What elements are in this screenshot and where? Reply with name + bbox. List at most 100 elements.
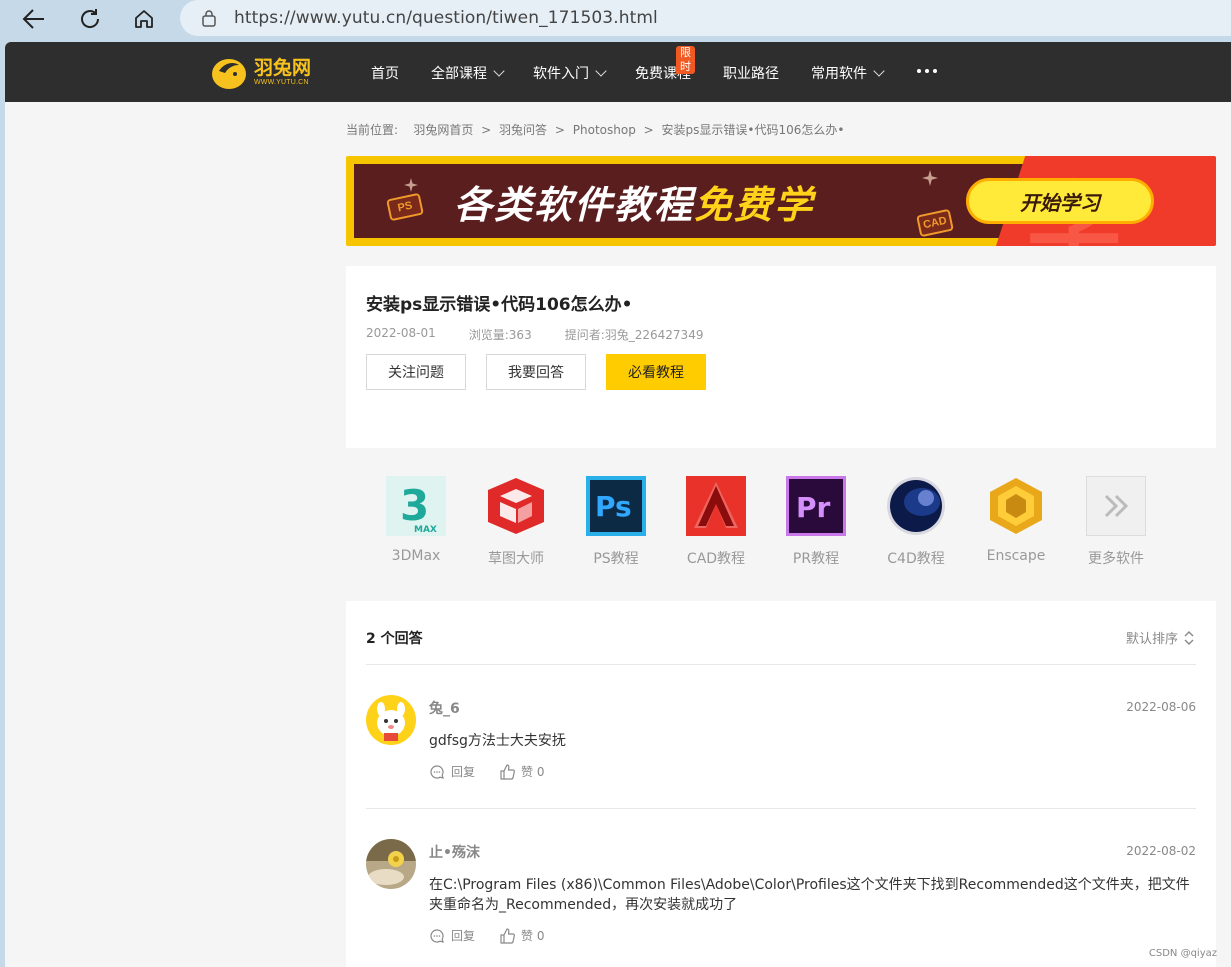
chevron-down-icon [873, 65, 885, 77]
nav-home[interactable]: 首页 [371, 63, 399, 83]
software-item-3dmax[interactable]: 3 MAX 3DMax [366, 476, 466, 564]
logo-text-cn: 羽兔网 [254, 56, 312, 79]
software-item-premiere[interactable]: Pr PR教程 [766, 476, 866, 568]
nav-career-path[interactable]: 职业路径 [723, 63, 779, 83]
sort-arrows-icon [1184, 630, 1194, 645]
divider [366, 664, 1196, 665]
more-menu-icon[interactable] [917, 69, 937, 73]
answer-item: 兔_6 2022-08-06 gdfsg方法士大夫安抚 回复 赞 0 [366, 695, 1196, 795]
software-item-enscape[interactable]: Enscape [966, 476, 1066, 564]
breadcrumb-separator: > [554, 123, 565, 137]
reload-icon [81, 9, 100, 28]
answer-count: 2 个回答 [366, 631, 423, 647]
nav-common-software[interactable]: 常用软件 [811, 63, 885, 83]
page-viewport: 羽兔网 WWW.YUTU.CN 首页 全部课程 软件入门 免费课程 限时 职业路… [5, 42, 1231, 967]
software-item-sketchup[interactable]: 草图大师 [466, 476, 566, 568]
question-card: 安装ps显示错误•代码106怎么办• 2022-08-01 浏览量:363 提问… [346, 266, 1216, 448]
sketchup-icon [486, 476, 546, 536]
like-button[interactable]: 赞 0 [499, 763, 544, 780]
premiere-icon: Pr [786, 476, 846, 536]
nav-software-intro-label: 软件入门 [533, 66, 589, 82]
reload-button[interactable] [74, 5, 106, 33]
reply-label: 回复 [451, 929, 476, 943]
question-title: 安装ps显示错误•代码106怎么办• [366, 295, 633, 315]
address-bar[interactable]: https://www.yutu.cn/question/tiwen_17150… [180, 0, 1231, 36]
software-item-more[interactable]: 更多软件 [1066, 476, 1166, 568]
breadcrumb-qa[interactable]: 羽兔问答 [499, 123, 547, 137]
software-item-photoshop[interactable]: Ps PS教程 [566, 476, 666, 568]
breadcrumb-prefix: 当前位置: [346, 123, 399, 137]
question-asker: 提问者:羽兔_226427349 [564, 328, 704, 342]
question-meta: 2022-08-01 浏览量:363 提问者:羽兔_226427349 [366, 326, 703, 343]
answer-body: 在C:\Program Files (x86)\Common Files\Ado… [429, 877, 1190, 913]
software-label: C4D教程 [887, 551, 945, 567]
browser-toolbar: https://www.yutu.cn/question/tiwen_17150… [0, 0, 1231, 42]
3dsmax-icon: 3 MAX [386, 476, 446, 536]
site-header: 羽兔网 WWW.YUTU.CN 首页 全部课程 软件入门 免费课程 限时 职业路… [5, 42, 1231, 102]
promo-banner[interactable]: 学 PS CAD 各类软件教程免费学 开始学习 [346, 156, 1216, 246]
software-label: 更多软件 [1088, 551, 1144, 567]
url-text: https://www.yutu.cn/question/tiwen_17150… [234, 8, 658, 28]
software-label: 草图大师 [488, 551, 544, 567]
reply-button[interactable]: 回复 [429, 927, 475, 944]
breadcrumb-home[interactable]: 羽兔网首页 [413, 123, 473, 137]
answer-actions: 回复 赞 0 [429, 763, 544, 780]
chevron-down-icon [493, 65, 505, 77]
svg-text:Pr: Pr [796, 491, 831, 524]
breadcrumb-separator: > [481, 123, 492, 137]
banner-title-highlight: 免费学 [694, 183, 815, 227]
chevron-down-icon [595, 65, 607, 77]
software-label: 3DMax [391, 548, 441, 564]
answer-date: 2022-08-02 [1126, 844, 1196, 858]
software-shortcuts: 3 MAX 3DMax 草图大师 Ps PS教程 CAD教程 Pr PR教程 C… [346, 476, 1216, 576]
limited-time-badge: 限时 [676, 46, 695, 74]
answer-body: gdfsg方法士大夫安抚 [429, 733, 566, 749]
watermark: CSDN @qiyaz [1148, 948, 1217, 959]
breadcrumb-separator: > [643, 123, 654, 137]
question-date: 2022-08-01 [366, 326, 436, 340]
reply-button[interactable]: 回复 [429, 763, 475, 780]
answer-item: 止•殇沫 2022-08-02 在C:\Program Files (x86)\… [366, 839, 1196, 949]
site-logo[interactable]: 羽兔网 WWW.YUTU.CN [210, 53, 311, 91]
follow-question-button[interactable]: 关注问题 [366, 354, 466, 390]
software-item-autocad[interactable]: CAD教程 [666, 476, 766, 568]
home-button[interactable] [128, 5, 160, 33]
question-views: 浏览量:363 [468, 328, 532, 342]
like-button[interactable]: 赞 0 [499, 927, 544, 944]
must-see-tutorial-button[interactable]: 必看教程 [606, 354, 706, 390]
nav-software-intro[interactable]: 软件入门 [533, 63, 607, 83]
software-label: PS教程 [593, 551, 639, 567]
start-learning-button[interactable]: 开始学习 [966, 178, 1154, 224]
banner-title-main: 各类软件教程 [454, 183, 695, 227]
back-button[interactable] [18, 5, 50, 33]
nav-all-courses-label: 全部课程 [431, 66, 487, 82]
divider [366, 808, 1196, 809]
sparkle-icon [404, 178, 418, 192]
software-label: Enscape [986, 548, 1046, 564]
comment-icon [430, 764, 444, 779]
back-arrow-icon [22, 9, 44, 29]
answer-actions: 回复 赞 0 [429, 927, 544, 944]
sort-dropdown[interactable]: 默认排序 [1126, 628, 1194, 647]
answer-question-button[interactable]: 我要回答 [486, 354, 586, 390]
thumbs-up-icon [500, 763, 515, 780]
answer-date: 2022-08-06 [1126, 700, 1196, 714]
nav-all-courses[interactable]: 全部课程 [431, 63, 505, 83]
answer-username[interactable]: 止•殇沫 [429, 842, 480, 862]
avatar[interactable] [366, 695, 416, 745]
answer-username[interactable]: 兔_6 [429, 698, 460, 718]
like-count: 赞 0 [521, 765, 545, 779]
autocad-icon [686, 476, 746, 536]
logo-text-en: WWW.YUTU.CN [254, 78, 309, 86]
banner-title: 各类软件教程免费学 [454, 174, 814, 229]
sparkle-icon [922, 170, 938, 186]
like-count: 赞 0 [521, 929, 545, 943]
reply-label: 回复 [451, 765, 476, 779]
avatar[interactable] [366, 839, 416, 889]
sort-label: 默认排序 [1125, 632, 1178, 647]
svg-text:3: 3 [400, 481, 429, 530]
answers-card: 2 个回答 默认排序 兔_6 2022-08-06 gdfsg方法士大夫安抚 回… [346, 601, 1216, 967]
software-item-cinema4d[interactable]: C4D教程 [866, 476, 966, 568]
breadcrumb-current: 安装ps显示错误•代码106怎么办• [661, 123, 845, 137]
breadcrumb-photoshop[interactable]: Photoshop [573, 123, 636, 137]
